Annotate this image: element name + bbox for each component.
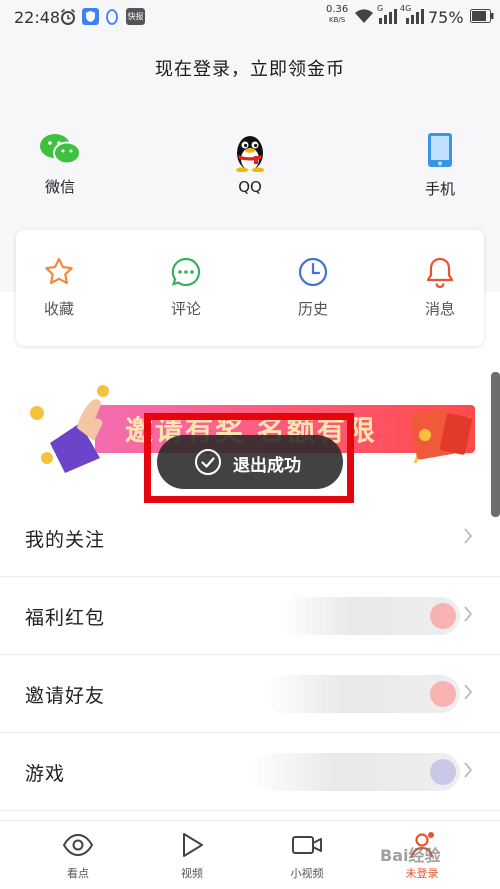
login-wechat-label: 微信 — [44, 178, 75, 196]
blurred-badge — [430, 603, 456, 629]
menu-item-following[interactable]: 我的关注 — [0, 499, 500, 577]
comment-icon — [170, 257, 202, 292]
nav-tab-label: 视频 — [181, 867, 203, 880]
login-qq-option[interactable]: QQ — [205, 132, 295, 196]
quick-favorites-label: 收藏 — [43, 300, 74, 318]
login-qq-label: QQ — [238, 178, 262, 196]
nav-tab-short-video[interactable]: 小视频 — [267, 831, 347, 881]
network-speed: 0.36 KB/S — [326, 5, 348, 25]
status-bar: 22:48 快报 0.36 KB/S G 4G 75% — [0, 0, 500, 34]
eye-icon — [62, 833, 94, 863]
login-phone-option[interactable]: 手机 — [395, 132, 485, 199]
menu-item-games[interactable]: 游戏 — [0, 733, 500, 811]
kuaibao-app-icon: 快报 — [126, 8, 145, 25]
battery-icon — [470, 9, 494, 27]
red-envelope-icon — [409, 408, 473, 464]
menu-item-label: 福利红包 — [25, 607, 106, 629]
quick-history-label: 历史 — [297, 300, 328, 318]
shield-app-icon — [82, 8, 99, 25]
blurred-badge — [430, 759, 456, 785]
clock-icon — [297, 257, 329, 292]
watermark: Bai经验 — [380, 846, 441, 865]
network-speed-unit: KB/S — [329, 16, 346, 24]
wifi-icon — [354, 8, 374, 26]
menu-item-label: 游戏 — [25, 763, 66, 785]
phone-icon — [427, 133, 453, 172]
bell-icon — [424, 257, 456, 292]
qq-icon — [232, 136, 268, 176]
network-type-2: 4G — [400, 4, 412, 13]
login-wechat-option[interactable]: 微信 — [15, 132, 105, 197]
status-time: 22:48 — [14, 8, 61, 27]
hand-holding-coin-icon — [30, 385, 109, 473]
blurred-badge — [430, 681, 456, 707]
network-speed-value: 0.36 — [326, 4, 349, 15]
menu-item-red-packet[interactable]: 福利红包 — [0, 577, 500, 655]
scrollbar-handle[interactable] — [491, 372, 500, 517]
menu-item-label: 我的关注 — [25, 529, 106, 551]
menu-item-label: 邀请好友 — [25, 685, 106, 707]
login-title: 现在登录，立即领金币 — [155, 59, 345, 80]
quick-comments-label: 评论 — [170, 300, 201, 318]
play-icon — [178, 833, 206, 863]
highlight-annotation-box — [144, 413, 354, 503]
nav-tab-kandian[interactable]: 看点 — [38, 831, 118, 881]
network-type-1: G — [377, 4, 384, 13]
video-camera-icon — [291, 836, 323, 863]
chevron-right-icon — [463, 761, 473, 783]
login-phone-label: 手机 — [424, 180, 455, 198]
app-screen: 22:48 快报 0.36 KB/S G 4G 75% 现在登录，立即领金币 微… — [0, 0, 500, 889]
star-icon — [43, 257, 75, 292]
nav-tab-label: 小视频 — [290, 867, 324, 880]
nav-tab-label: 看点 — [67, 867, 89, 880]
wechat-icon — [38, 134, 82, 170]
menu-item-invite-friends[interactable]: 邀请好友 — [0, 655, 500, 733]
battery-percent: 75% — [428, 8, 464, 27]
quick-favorites[interactable]: 收藏 — [19, 256, 99, 319]
blurred-content — [250, 753, 460, 791]
nav-tab-label: 未登录 — [405, 867, 439, 880]
chevron-right-icon — [463, 527, 473, 549]
quick-messages[interactable]: 消息 — [400, 256, 480, 319]
quick-messages-label: 消息 — [424, 300, 455, 318]
chevron-right-icon — [463, 605, 473, 627]
quick-history[interactable]: 历史 — [273, 256, 353, 319]
alarm-icon — [60, 8, 76, 26]
qq-penguin-icon — [104, 8, 120, 26]
quick-comments[interactable]: 评论 — [146, 256, 226, 319]
chevron-right-icon — [463, 683, 473, 705]
nav-tab-video[interactable]: 视频 — [152, 831, 232, 881]
quick-actions-card: 收藏 评论 历史 消息 — [16, 230, 484, 346]
